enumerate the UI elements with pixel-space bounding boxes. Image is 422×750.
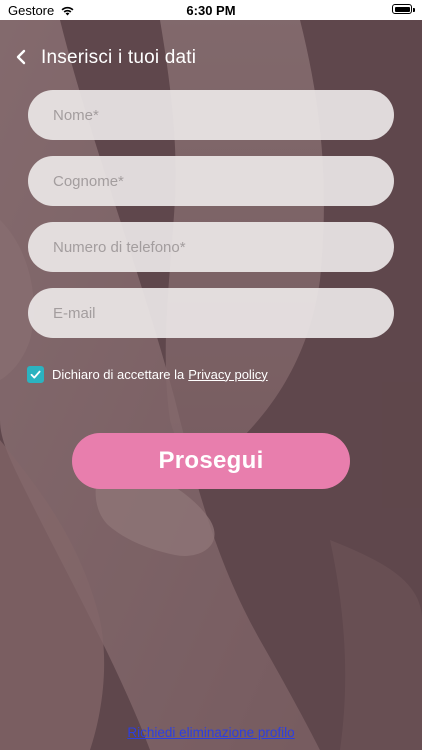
clock: 6:30 PM xyxy=(186,3,236,18)
check-icon xyxy=(30,370,41,378)
consent-text: Dichiaro di accettare la xyxy=(52,366,185,382)
last-name-field[interactable] xyxy=(28,156,394,206)
chevron-left-icon[interactable] xyxy=(12,46,32,68)
proceed-button[interactable]: Prosegui xyxy=(72,433,350,489)
header: Inserisci i tuoi dati xyxy=(0,42,422,72)
first-name-input[interactable] xyxy=(28,90,394,140)
first-name-field[interactable] xyxy=(28,90,394,140)
email-input[interactable] xyxy=(28,288,394,338)
email-field[interactable] xyxy=(28,288,394,338)
registration-screen: Inserisci i tuoi dati Dichiaro di accett… xyxy=(0,20,422,750)
phone-field[interactable] xyxy=(28,222,394,272)
status-bar: Gestore 6:30 PM xyxy=(0,0,422,20)
privacy-policy-link[interactable]: Privacy policy xyxy=(188,367,267,382)
page-title: Inserisci i tuoi dati xyxy=(41,47,197,68)
delete-profile-link[interactable]: Richiedi eliminazione profilo xyxy=(0,725,422,740)
last-name-input[interactable] xyxy=(28,156,394,206)
phone-input[interactable] xyxy=(28,222,394,272)
privacy-consent-row: Dichiaro di accettare la Privacy policy xyxy=(27,365,268,383)
battery-icon xyxy=(392,4,415,14)
privacy-checkbox[interactable] xyxy=(27,365,44,383)
